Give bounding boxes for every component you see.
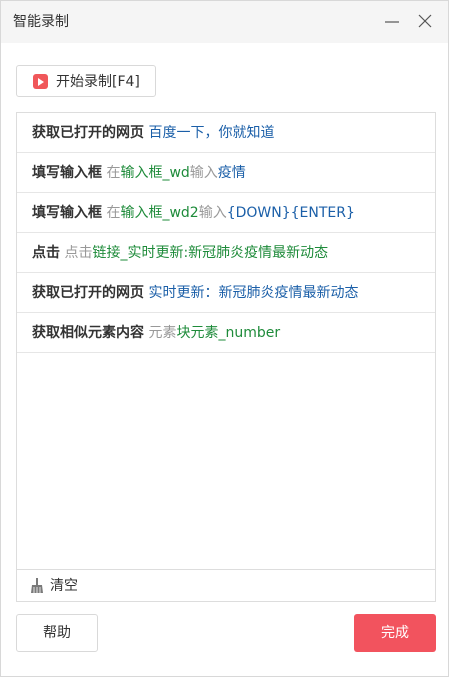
minimize-button[interactable] <box>379 9 405 35</box>
help-button[interactable]: 帮助 <box>16 614 98 652</box>
start-recording-button[interactable]: 开始录制[F4] <box>16 65 156 97</box>
step-row[interactable]: 点击 点击链接_实时更新:新冠肺炎疫情最新动态 <box>17 233 435 273</box>
step-detail: 输入框_wd <box>120 165 190 181</box>
done-button[interactable]: 完成 <box>354 614 436 652</box>
recorded-steps-panel: 获取已打开的网页 百度一下，你就知道 填写输入框 在输入框_wd输入疫情 填写输入框… <box>16 112 436 602</box>
step-action: 点击 <box>32 245 60 261</box>
window-title: 智能录制 <box>13 14 69 30</box>
panel-footer: 清空 <box>17 569 435 601</box>
step-detail: {DOWN}{ENTER} <box>226 205 355 221</box>
smart-recording-window: 智能录制 开始录制[F4] 获取已打开的网页 百度一下，你就知道 填写输入框 在输… <box>0 0 449 677</box>
broom-icon <box>31 578 43 593</box>
title-bar: 智能录制 <box>1 1 448 43</box>
minimize-icon <box>385 21 399 23</box>
step-detail: 输入框_wd2 <box>120 205 199 221</box>
step-detail: 输入 <box>189 165 218 181</box>
record-icon <box>33 74 48 89</box>
step-row[interactable]: 填写输入框 在输入框_wd输入疫情 <box>17 153 435 193</box>
step-detail: 疫情 <box>217 165 246 181</box>
step-detail: 在 <box>106 165 121 181</box>
start-recording-label: 开始录制[F4] <box>56 74 140 90</box>
step-list: 获取已打开的网页 百度一下，你就知道 填写输入框 在输入框_wd输入疫情 填写输入框… <box>17 113 435 353</box>
step-action: 填写输入框 <box>32 165 102 181</box>
step-detail: 输入 <box>198 205 227 221</box>
step-detail: 实时更新：新冠肺炎疫情最新动态 <box>148 285 359 301</box>
close-button[interactable] <box>412 9 438 35</box>
close-icon <box>418 14 432 28</box>
step-detail: 在 <box>106 205 121 221</box>
step-detail: 点击 <box>64 245 93 261</box>
step-detail: 元素 <box>148 325 177 341</box>
step-row[interactable]: 获取已打开的网页 实时更新：新冠肺炎疫情最新动态 <box>17 273 435 313</box>
step-action: 获取相似元素内容 <box>32 325 144 341</box>
step-detail: 链接_实时更新:新冠肺炎疫情最新动态 <box>92 245 329 261</box>
clear-label: 清空 <box>50 578 78 594</box>
step-action: 获取已打开的网页 <box>32 285 144 301</box>
step-action: 填写输入框 <box>32 205 102 221</box>
step-row[interactable]: 获取已打开的网页 百度一下，你就知道 <box>17 113 435 153</box>
step-detail: 块元素_number <box>176 325 281 341</box>
step-detail: 百度一下，你就知道 <box>148 125 275 141</box>
step-row[interactable]: 获取相似元素内容 元素块元素_number <box>17 313 435 353</box>
step-row[interactable]: 填写输入框 在输入框_wd2输入{DOWN}{ENTER} <box>17 193 435 233</box>
step-action: 获取已打开的网页 <box>32 125 144 141</box>
